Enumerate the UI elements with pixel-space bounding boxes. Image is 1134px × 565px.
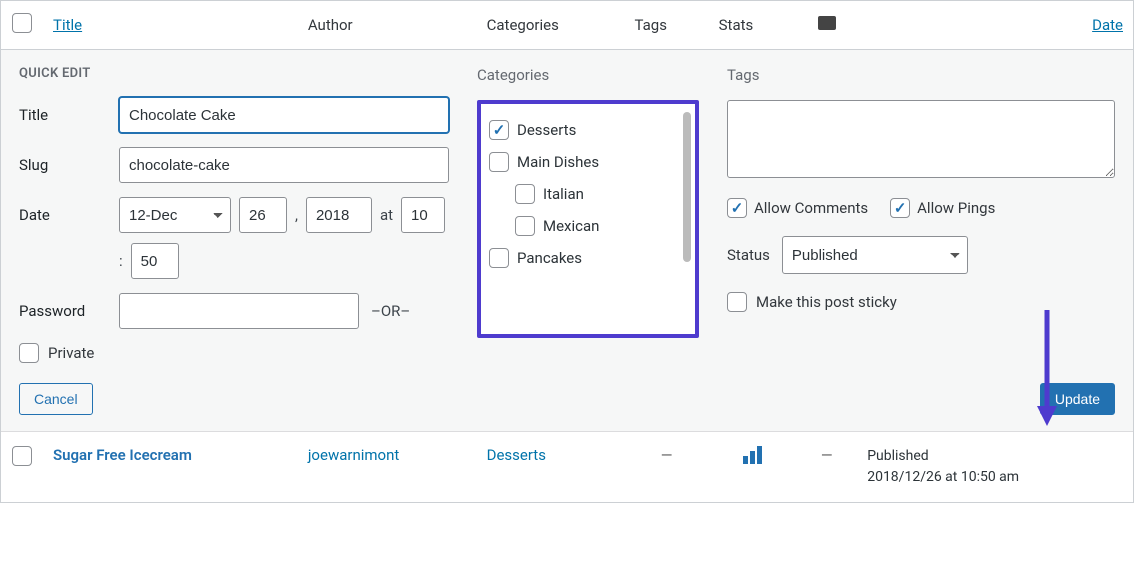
category-checkbox[interactable] bbox=[515, 184, 535, 204]
category-label: Mexican bbox=[543, 217, 599, 235]
title-input[interactable] bbox=[119, 97, 449, 133]
category-label: Italian bbox=[543, 185, 584, 203]
month-select[interactable]: 12-Dec bbox=[119, 197, 231, 233]
date-colon: : bbox=[119, 252, 123, 270]
comments-icon bbox=[818, 16, 836, 30]
sticky-checkbox[interactable] bbox=[727, 292, 747, 312]
password-input[interactable] bbox=[119, 293, 359, 329]
minute-input[interactable] bbox=[131, 243, 179, 279]
year-input[interactable] bbox=[306, 197, 372, 233]
row-checkbox[interactable] bbox=[12, 446, 32, 466]
category-checkbox[interactable] bbox=[489, 248, 509, 268]
allow-comments-checkbox[interactable] bbox=[727, 198, 747, 218]
day-input[interactable] bbox=[239, 197, 287, 233]
post-date-label: Published bbox=[867, 448, 928, 464]
password-label: Password bbox=[19, 302, 111, 320]
tags-textarea[interactable] bbox=[727, 100, 1115, 178]
category-label: Desserts bbox=[517, 121, 576, 139]
allow-pings-checkbox[interactable] bbox=[890, 198, 910, 218]
slug-input[interactable] bbox=[119, 147, 449, 183]
date-label: Date bbox=[19, 206, 111, 224]
status-label: Status bbox=[727, 246, 770, 264]
allow-pings-label: Allow Pings bbox=[917, 199, 995, 217]
col-date[interactable]: Date bbox=[1092, 16, 1123, 34]
categories-heading: Categories bbox=[477, 66, 699, 84]
quick-edit-heading: QUICK EDIT bbox=[19, 66, 449, 81]
category-checkbox[interactable] bbox=[489, 152, 509, 172]
status-select[interactable]: Published bbox=[782, 236, 968, 274]
date-comma: , bbox=[295, 206, 298, 224]
category-checkbox[interactable] bbox=[515, 216, 535, 236]
title-label: Title bbox=[19, 106, 111, 124]
post-row: Sugar Free Icecream joewarnimont Dessert… bbox=[1, 432, 1133, 503]
date-at: at bbox=[380, 206, 393, 224]
update-button[interactable]: Update bbox=[1040, 383, 1115, 415]
slug-label: Slug bbox=[19, 156, 111, 174]
stats-icon[interactable] bbox=[742, 446, 763, 468]
category-checkbox[interactable] bbox=[489, 120, 509, 140]
category-label: Pancakes bbox=[517, 249, 582, 267]
post-date-value: 2018/12/26 at 10:50 am bbox=[867, 469, 1019, 485]
or-separator: –OR– bbox=[371, 302, 410, 320]
post-title-link[interactable]: Sugar Free Icecream bbox=[53, 446, 192, 464]
private-checkbox[interactable] bbox=[19, 343, 39, 363]
categories-panel: Desserts Main Dishes Italian Mexican Pancake… bbox=[477, 100, 699, 338]
col-stats: Stats bbox=[709, 1, 797, 50]
col-tags: Tags bbox=[625, 1, 709, 50]
categories-scrollbar[interactable] bbox=[683, 112, 691, 326]
col-author: Author bbox=[298, 1, 477, 50]
category-item: Main Dishes bbox=[489, 146, 687, 178]
hour-input[interactable] bbox=[401, 197, 445, 233]
select-all-checkbox[interactable] bbox=[12, 13, 32, 33]
category-item: Mexican bbox=[489, 210, 687, 242]
post-author-link[interactable]: joewarnimont bbox=[308, 446, 399, 464]
allow-comments-label: Allow Comments bbox=[754, 199, 868, 217]
tags-heading: Tags bbox=[727, 66, 1115, 84]
col-categories: Categories bbox=[477, 1, 625, 50]
post-tags: — bbox=[625, 432, 709, 503]
cancel-button[interactable]: Cancel bbox=[19, 383, 93, 415]
table-header-row: Title Author Categories Tags Stats Date bbox=[1, 1, 1133, 50]
col-title[interactable]: Title bbox=[53, 16, 82, 34]
private-label: Private bbox=[48, 344, 94, 362]
category-label: Main Dishes bbox=[517, 153, 599, 171]
category-item: Pancakes bbox=[489, 242, 687, 274]
post-category-link[interactable]: Desserts bbox=[487, 446, 546, 464]
category-item: Desserts bbox=[489, 114, 687, 146]
sticky-label: Make this post sticky bbox=[756, 293, 897, 311]
post-comments: — bbox=[796, 432, 857, 503]
category-item: Italian bbox=[489, 178, 687, 210]
